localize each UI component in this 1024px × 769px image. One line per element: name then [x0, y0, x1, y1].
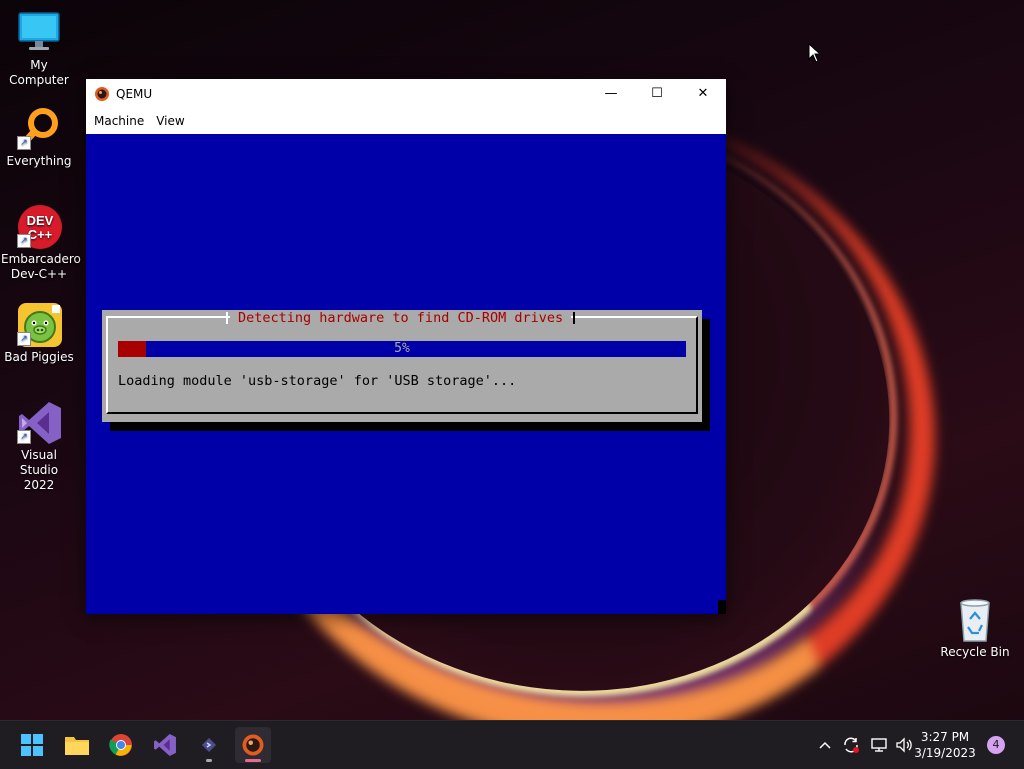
menu-machine[interactable]: Machine [90, 114, 152, 128]
taskbar-file-explorer[interactable] [59, 727, 95, 763]
desktop-icon-label-line1: Visual Studio [19, 448, 59, 477]
desktop-icon-recycle-bin[interactable]: Recycle Bin [937, 597, 1013, 660]
svg-text:C++: C++ [28, 227, 53, 242]
notification-badge[interactable]: 4 [987, 736, 1005, 754]
dialog-border: Detecting hardware to find CD-ROM drives [106, 310, 698, 414]
qemu-menubar: Machine View [86, 108, 726, 135]
active-indicator [245, 759, 261, 762]
taskbar-clock[interactable]: 3:27 PM 3/19/2023 [910, 729, 980, 761]
network-icon [871, 738, 887, 752]
desktop-icon-label-line2: Dev-C++ [10, 267, 68, 281]
search-magnifier-icon: ↗ [17, 106, 61, 150]
clock-time: 3:27 PM [920, 730, 970, 744]
running-indicator [206, 759, 212, 762]
tray-sync[interactable] [842, 721, 860, 769]
desktop-icon-devcpp[interactable]: DEV C++ ↗ Embarcadero Dev-C++ [1, 204, 81, 282]
desktop-icon-everything[interactable]: ↗ Everything [1, 106, 77, 169]
taskbar-chrome[interactable] [103, 727, 139, 763]
qemu-icon [95, 86, 109, 101]
shortcut-arrow-icon: ↗ [17, 430, 31, 444]
taskbar-visual-studio[interactable] [147, 727, 183, 763]
start-button[interactable] [14, 727, 50, 763]
maximize-button[interactable]: ☐ [634, 79, 680, 108]
qemu-titlebar[interactable]: QEMU — ☐ ✕ [86, 79, 726, 108]
installer-dialog: Detecting hardware to find CD-ROM drives… [102, 310, 702, 422]
taskbar-qemu[interactable] [235, 727, 271, 763]
minimize-button[interactable]: — [588, 79, 634, 108]
devcpp-icon: DEV C++ ↗ [17, 204, 62, 249]
close-button[interactable]: ✕ [680, 79, 726, 108]
clock-date: 3/19/2023 [914, 746, 976, 760]
status-message: Loading module 'usb-storage' for 'USB st… [118, 373, 517, 389]
terminal-icon [202, 738, 216, 752]
menu-view[interactable]: View [152, 114, 192, 128]
shortcut-arrow-icon: ↗ [17, 332, 31, 346]
taskbar-terminal[interactable] [191, 727, 227, 763]
desktop-icon-visual-studio[interactable]: ↗ Visual Studio 2022 [1, 400, 77, 493]
recycle-bin-icon [953, 597, 997, 642]
mouse-cursor-icon [808, 43, 822, 63]
qemu-window[interactable]: QEMU — ☐ ✕ Machine View Detecting hardwa… [86, 79, 726, 614]
shortcut-arrow-icon: ↗ [17, 234, 31, 248]
start-icon [21, 734, 43, 756]
desktop-icon-bad-piggies[interactable]: ↗ Bad Piggies [1, 302, 77, 365]
vm-display[interactable]: Detecting hardware to find CD-ROM drives… [86, 134, 726, 614]
desktop-icon-label: My Computer [9, 58, 69, 87]
tray-overflow-button[interactable] [818, 721, 832, 769]
progress-bar: 5% [118, 341, 686, 357]
svg-text:DEV: DEV [27, 213, 54, 228]
chrome-icon [109, 734, 132, 756]
desktop-icon-label: Recycle Bin [940, 645, 1010, 659]
bad-piggies-icon: ↗ [17, 302, 62, 347]
dialog-title: Detecting hardware to find CD-ROM drives [225, 310, 576, 326]
desktop-icon-label-line1: Embarcadero [1, 252, 81, 266]
qemu-window-title: QEMU [116, 86, 153, 101]
progress-label: 5% [394, 341, 410, 356]
visual-studio-icon [154, 734, 176, 756]
tray-network[interactable] [870, 721, 888, 769]
desktop-icon-my-computer[interactable]: My Computer [1, 10, 77, 88]
desktop-icon-label: Bad Piggies [4, 350, 74, 364]
file-explorer-icon [65, 737, 89, 755]
visual-studio-icon: ↗ [17, 400, 61, 444]
desktop-icon-label-line2: 2022 [23, 478, 55, 492]
taskbar: 3:27 PM 3/19/2023 4 [0, 720, 1024, 769]
qemu-icon [242, 734, 264, 756]
computer-icon [17, 10, 61, 54]
desktop-icon-label: Everything [6, 154, 72, 168]
chevron-up-icon [819, 741, 831, 749]
sync-icon [844, 737, 859, 753]
vm-cursor-block [718, 600, 726, 614]
shortcut-arrow-icon: ↗ [17, 136, 31, 150]
